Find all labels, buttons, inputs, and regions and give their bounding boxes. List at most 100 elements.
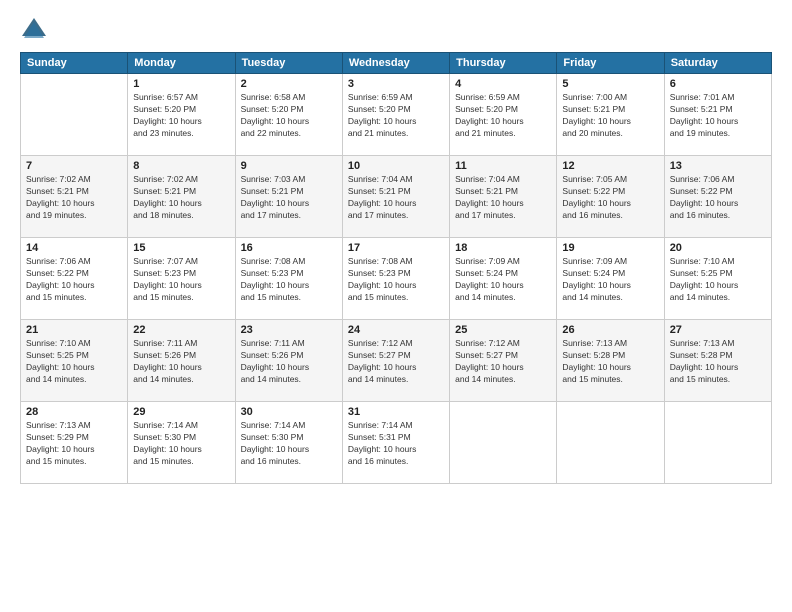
day-cell: 18 Sunrise: 7:09 AMSunset: 5:24 PMDayligh…	[450, 238, 557, 320]
calendar-header: SundayMondayTuesdayWednesdayThursdayFrid…	[21, 53, 772, 74]
day-cell: 25 Sunrise: 7:12 AMSunset: 5:27 PMDayligh…	[450, 320, 557, 402]
day-cell	[21, 74, 128, 156]
day-number: 31	[348, 406, 444, 418]
day-cell: 16 Sunrise: 7:08 AMSunset: 5:23 PMDayligh…	[235, 238, 342, 320]
day-cell: 22 Sunrise: 7:11 AMSunset: 5:26 PMDayligh…	[128, 320, 235, 402]
day-number: 8	[133, 160, 229, 172]
day-number: 16	[241, 242, 337, 254]
logo-icon	[20, 16, 48, 44]
day-cell: 21 Sunrise: 7:10 AMSunset: 5:25 PMDayligh…	[21, 320, 128, 402]
day-cell: 27Sunrise: 7:13 AMSunset: 5:28 PMDayligh…	[664, 320, 771, 402]
day-info: Sunrise: 7:11 AMSunset: 5:26 PMDaylight:…	[133, 338, 229, 386]
day-number: 29	[133, 406, 229, 418]
day-cell: 2 Sunrise: 6:58 AMSunset: 5:20 PMDaylight…	[235, 74, 342, 156]
day-cell: 14Sunrise: 7:06 AMSunset: 5:22 PMDayligh…	[21, 238, 128, 320]
day-info: Sunrise: 7:12 AMSunset: 5:27 PMDaylight:…	[455, 338, 551, 386]
day-info: Sunrise: 7:00 AMSunset: 5:21 PMDaylight:…	[562, 92, 658, 140]
day-info: Sunrise: 7:09 AMSunset: 5:24 PMDaylight:…	[455, 256, 551, 304]
day-number: 18	[455, 242, 551, 254]
day-number: 3	[348, 78, 444, 90]
week-row-3: 14Sunrise: 7:06 AMSunset: 5:22 PMDayligh…	[21, 238, 772, 320]
day-info: Sunrise: 7:10 AMSunset: 5:25 PMDaylight:…	[670, 256, 766, 304]
day-number: 13	[670, 160, 766, 172]
day-info: Sunrise: 7:09 AMSunset: 5:24 PMDaylight:…	[562, 256, 658, 304]
day-info: Sunrise: 7:10 AMSunset: 5:25 PMDaylight:…	[26, 338, 122, 386]
day-info: Sunrise: 7:08 AMSunset: 5:23 PMDaylight:…	[348, 256, 444, 304]
day-cell: 17 Sunrise: 7:08 AMSunset: 5:23 PMDayligh…	[342, 238, 449, 320]
day-cell: 9 Sunrise: 7:03 AMSunset: 5:21 PMDaylight…	[235, 156, 342, 238]
day-info: Sunrise: 7:14 AMSunset: 5:30 PMDaylight:…	[241, 420, 337, 468]
day-info: Sunrise: 7:11 AMSunset: 5:26 PMDaylight:…	[241, 338, 337, 386]
day-number: 7	[26, 160, 122, 172]
day-info: Sunrise: 7:08 AMSunset: 5:23 PMDaylight:…	[241, 256, 337, 304]
day-cell: 1 Sunrise: 6:57 AMSunset: 5:20 PMDaylight…	[128, 74, 235, 156]
day-number: 24	[348, 324, 444, 336]
day-cell: 28 Sunrise: 7:13 AMSunset: 5:29 PMDayligh…	[21, 402, 128, 484]
day-info: Sunrise: 7:13 AMSunset: 5:29 PMDaylight:…	[26, 420, 122, 468]
day-info: Sunrise: 7:04 AMSunset: 5:21 PMDaylight:…	[348, 174, 444, 222]
day-number: 1	[133, 78, 229, 90]
day-number: 11	[455, 160, 551, 172]
header-cell-saturday: Saturday	[664, 53, 771, 74]
day-number: 15	[133, 242, 229, 254]
header-cell-tuesday: Tuesday	[235, 53, 342, 74]
day-cell	[450, 402, 557, 484]
page: SundayMondayTuesdayWednesdayThursdayFrid…	[0, 0, 792, 612]
day-info: Sunrise: 7:06 AMSunset: 5:22 PMDaylight:…	[670, 174, 766, 222]
day-number: 26	[562, 324, 658, 336]
day-cell	[557, 402, 664, 484]
day-info: Sunrise: 7:04 AMSunset: 5:21 PMDaylight:…	[455, 174, 551, 222]
day-number: 23	[241, 324, 337, 336]
day-number: 10	[348, 160, 444, 172]
day-number: 17	[348, 242, 444, 254]
day-cell: 30 Sunrise: 7:14 AMSunset: 5:30 PMDayligh…	[235, 402, 342, 484]
calendar-body: 1 Sunrise: 6:57 AMSunset: 5:20 PMDaylight…	[21, 74, 772, 484]
header-row: SundayMondayTuesdayWednesdayThursdayFrid…	[21, 53, 772, 74]
day-cell: 11 Sunrise: 7:04 AMSunset: 5:21 PMDayligh…	[450, 156, 557, 238]
day-cell	[664, 402, 771, 484]
day-cell: 20Sunrise: 7:10 AMSunset: 5:25 PMDayligh…	[664, 238, 771, 320]
day-number: 25	[455, 324, 551, 336]
day-cell: 24 Sunrise: 7:12 AMSunset: 5:27 PMDayligh…	[342, 320, 449, 402]
day-info: Sunrise: 6:59 AMSunset: 5:20 PMDaylight:…	[348, 92, 444, 140]
day-number: 2	[241, 78, 337, 90]
header-cell-thursday: Thursday	[450, 53, 557, 74]
day-info: Sunrise: 7:07 AMSunset: 5:23 PMDaylight:…	[133, 256, 229, 304]
day-info: Sunrise: 6:59 AMSunset: 5:20 PMDaylight:…	[455, 92, 551, 140]
day-cell: 12Sunrise: 7:05 AMSunset: 5:22 PMDayligh…	[557, 156, 664, 238]
day-cell: 5Sunrise: 7:00 AMSunset: 5:21 PMDaylight…	[557, 74, 664, 156]
day-number: 12	[562, 160, 658, 172]
day-number: 19	[562, 242, 658, 254]
header	[20, 16, 772, 44]
week-row-5: 28 Sunrise: 7:13 AMSunset: 5:29 PMDayligh…	[21, 402, 772, 484]
day-cell: 26 Sunrise: 7:13 AMSunset: 5:28 PMDayligh…	[557, 320, 664, 402]
day-cell: 3 Sunrise: 6:59 AMSunset: 5:20 PMDaylight…	[342, 74, 449, 156]
day-number: 28	[26, 406, 122, 418]
day-number: 9	[241, 160, 337, 172]
day-cell: 6Sunrise: 7:01 AMSunset: 5:21 PMDaylight…	[664, 74, 771, 156]
day-info: Sunrise: 6:58 AMSunset: 5:20 PMDaylight:…	[241, 92, 337, 140]
day-number: 21	[26, 324, 122, 336]
day-cell: 23 Sunrise: 7:11 AMSunset: 5:26 PMDayligh…	[235, 320, 342, 402]
day-cell: 13 Sunrise: 7:06 AMSunset: 5:22 PMDayligh…	[664, 156, 771, 238]
day-info: Sunrise: 6:57 AMSunset: 5:20 PMDaylight:…	[133, 92, 229, 140]
day-info: Sunrise: 7:13 AMSunset: 5:28 PMDaylight:…	[562, 338, 658, 386]
day-cell: 8Sunrise: 7:02 AMSunset: 5:21 PMDaylight…	[128, 156, 235, 238]
day-info: Sunrise: 7:03 AMSunset: 5:21 PMDaylight:…	[241, 174, 337, 222]
day-info: Sunrise: 7:13 AMSunset: 5:28 PMDaylight:…	[670, 338, 766, 386]
logo	[20, 16, 52, 44]
day-cell: 15 Sunrise: 7:07 AMSunset: 5:23 PMDayligh…	[128, 238, 235, 320]
day-number: 6	[670, 78, 766, 90]
day-number: 30	[241, 406, 337, 418]
header-cell-friday: Friday	[557, 53, 664, 74]
day-info: Sunrise: 7:14 AMSunset: 5:31 PMDaylight:…	[348, 420, 444, 468]
day-number: 4	[455, 78, 551, 90]
week-row-1: 1 Sunrise: 6:57 AMSunset: 5:20 PMDaylight…	[21, 74, 772, 156]
day-info: Sunrise: 7:02 AMSunset: 5:21 PMDaylight:…	[26, 174, 122, 222]
header-cell-sunday: Sunday	[21, 53, 128, 74]
day-info: Sunrise: 7:12 AMSunset: 5:27 PMDaylight:…	[348, 338, 444, 386]
day-number: 14	[26, 242, 122, 254]
day-number: 22	[133, 324, 229, 336]
day-cell: 10 Sunrise: 7:04 AMSunset: 5:21 PMDayligh…	[342, 156, 449, 238]
week-row-2: 7 Sunrise: 7:02 AMSunset: 5:21 PMDaylight…	[21, 156, 772, 238]
